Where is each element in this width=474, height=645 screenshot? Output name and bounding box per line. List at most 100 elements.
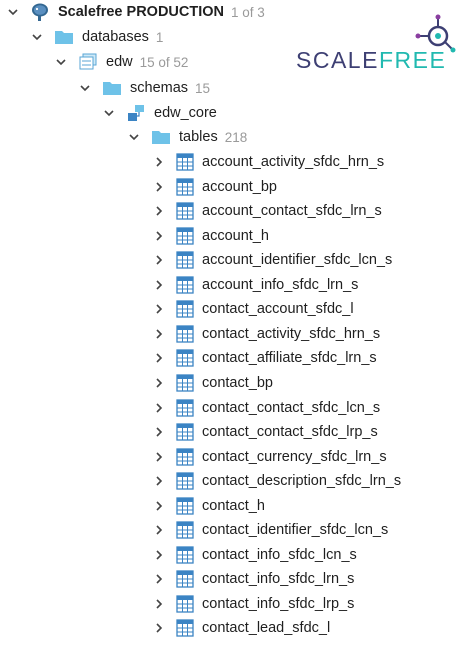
logo-text-accent: FREE [378,47,447,73]
table-row[interactable]: contact_contact_sfdc_lrp_s [152,420,378,444]
table-row[interactable]: contact_info_sfdc_lcn_s [152,543,357,567]
database-node-edw[interactable]: edw 15 of 52 [54,50,188,74]
table-name: account_identifier_sfdc_lcn_s [202,252,393,269]
table-row[interactable]: contact_account_sfdc_l [152,297,354,321]
chevron-right-icon[interactable] [152,523,166,537]
schema-icon [126,104,146,122]
table-row[interactable]: contact_contact_sfdc_lcn_s [152,396,380,420]
database-count: 15 of 52 [139,54,189,70]
table-row[interactable]: contact_description_sfdc_lrn_s [152,469,401,493]
table-row[interactable]: contact_activity_sfdc_hrn_s [152,322,380,346]
table-grid-icon [176,153,194,171]
chevron-right-icon[interactable] [152,253,166,267]
chevron-down-icon[interactable] [30,30,44,44]
table-grid-icon [176,497,194,515]
chevron-right-icon[interactable] [152,204,166,218]
table-grid-icon [176,619,194,638]
table-row[interactable]: contact_lead_sfdc_l [152,616,330,640]
table-row[interactable]: account_identifier_sfdc_lcn_s [152,248,392,272]
connection-count: 1 of 3 [231,4,265,20]
chevron-down-icon[interactable] [6,5,20,19]
table-row[interactable]: contact_currency_sfdc_lrn_s [152,445,387,469]
table-grid-icon [176,276,194,294]
table-grid-icon [176,251,194,269]
chevron-right-icon[interactable] [152,621,166,635]
table-name: contact_info_sfdc_lcn_s [202,546,357,563]
table-name: contact_activity_sfdc_hrn_s [202,325,381,342]
table-name: account_bp [202,178,277,195]
chevron-right-icon[interactable] [152,376,166,390]
scalefree-logo: SCALEFREE [296,14,464,76]
table-grid-icon [176,570,194,588]
chevron-right-icon[interactable] [152,327,166,341]
table-grid-icon [176,202,194,220]
table-row[interactable]: account_bp [152,175,277,199]
chevron-down-icon[interactable] [78,81,92,95]
chevron-down-icon[interactable] [127,130,141,144]
table-name: account_contact_sfdc_lrn_s [202,203,382,220]
table-row[interactable]: contact_info_sfdc_lrp_s [152,592,354,616]
chevron-right-icon[interactable] [152,450,166,464]
chevron-right-icon[interactable] [152,548,166,562]
table-row[interactable]: contact_affiliate_sfdc_lrn_s [152,346,377,370]
chevron-right-icon[interactable] [152,278,166,292]
table-grid-icon [176,595,194,613]
table-row[interactable]: contact_identifier_sfdc_lcn_s [152,518,388,542]
schema-node-edw-core[interactable]: edw_core [102,101,217,125]
postgres-elephant-icon [30,2,50,22]
table-name: account_info_sfdc_lrn_s [202,276,359,293]
logo-text-main: SCALE [296,47,379,73]
table-name: contact_bp [202,374,273,391]
chevron-right-icon[interactable] [152,401,166,415]
chevron-right-icon[interactable] [152,572,166,586]
table-name: contact_info_sfdc_lrp_s [202,595,355,612]
table-name: account_h [202,227,269,244]
chevron-down-icon[interactable] [102,106,116,120]
table-grid-icon [176,374,194,392]
table-grid-icon [176,423,194,441]
table-row[interactable]: contact_info_sfdc_lrn_s [152,567,354,591]
table-name: contact_contact_sfdc_lcn_s [202,399,381,416]
table-row[interactable]: account_h [152,224,269,248]
table-row[interactable]: contact_bp [152,371,273,395]
table-row[interactable]: account_activity_sfdc_hrn_s [152,150,384,174]
table-grid-icon [176,472,194,490]
table-grid-icon [176,300,194,318]
chevron-right-icon[interactable] [152,155,166,169]
schema-name: edw_core [154,105,217,121]
table-row[interactable]: account_info_sfdc_lrn_s [152,273,358,297]
chevron-right-icon[interactable] [152,229,166,243]
tables-count: 218 [224,129,248,145]
chevron-down-icon[interactable] [54,55,68,69]
table-grid-icon [176,349,194,368]
databases-folder-node[interactable]: databases 1 [30,25,163,49]
table-name: contact_lead_sfdc_l [202,620,331,637]
table-name: contact_affiliate_sfdc_lrn_s [202,350,377,367]
schemas-label: schemas [130,80,189,96]
table-grid-icon [176,325,194,343]
database-name: edw [106,54,133,70]
chevron-right-icon[interactable] [152,302,166,316]
tables-folder-node[interactable]: tables 218 [127,125,247,149]
schemas-folder-node[interactable]: schemas 15 [78,76,210,100]
databases-count: 1 [155,29,164,45]
table-name: contact_contact_sfdc_lrp_s [202,424,378,441]
chevron-right-icon[interactable] [152,425,166,439]
table-grid-icon [176,398,194,417]
chevron-right-icon[interactable] [152,597,166,611]
chevron-right-icon[interactable] [152,474,166,488]
chevron-right-icon[interactable] [152,180,166,194]
database-stack-icon [78,53,98,71]
connection-node[interactable]: Scalefree PRODUCTION 1 of 3 [6,0,265,24]
table-row[interactable]: account_contact_sfdc_lrn_s [152,199,382,223]
table-name: contact_h [202,497,265,514]
table-grid-icon [176,521,194,539]
table-grid-icon [176,177,194,196]
table-name: contact_currency_sfdc_lrn_s [202,448,387,465]
chevron-right-icon[interactable] [152,499,166,513]
table-name: account_activity_sfdc_hrn_s [202,154,385,170]
tables-label: tables [179,129,218,145]
chevron-right-icon[interactable] [152,351,166,365]
folder-icon [54,29,74,45]
table-row[interactable]: contact_h [152,494,265,518]
